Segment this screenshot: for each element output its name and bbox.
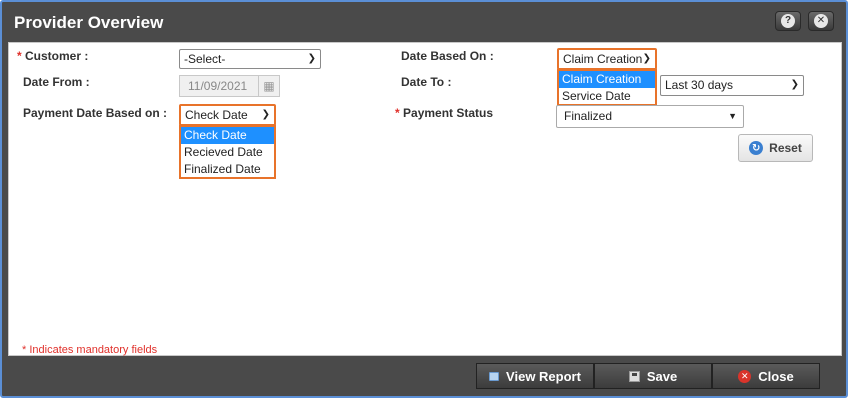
chevron-down-icon: ❯ [790, 79, 799, 90]
payment-status-value: Finalized [564, 109, 613, 123]
close-window-button[interactable]: ✕ [808, 11, 834, 31]
payment-date-based-on-select[interactable]: Check Date ❯ [179, 104, 276, 126]
provider-overview-dialog: Provider Overview ? ✕ * Customer : -Sele… [0, 0, 848, 398]
required-marker: * [17, 49, 22, 63]
payment-date-option[interactable]: Finalized Date [181, 161, 274, 178]
help-icon: ? [781, 14, 795, 28]
date-from-input[interactable]: 11/09/2021 [179, 75, 259, 97]
date-to-value: Last 30 days [665, 78, 734, 92]
chevron-down-icon: ❯ [261, 109, 270, 120]
form-panel: * Customer : -Select- ❯ Date Based On : … [8, 42, 842, 356]
refresh-icon: ↻ [749, 141, 764, 155]
calendar-icon[interactable]: ▦ [258, 75, 280, 97]
payment-date-option[interactable]: Recieved Date [181, 144, 274, 161]
floppy-disk-icon [628, 370, 640, 382]
required-marker: * [395, 106, 400, 120]
report-icon [489, 371, 500, 381]
save-label: Save [646, 368, 678, 384]
payment-status-select[interactable]: Finalized ▼ [556, 105, 744, 128]
mandatory-fields-note: * Indicates mandatory fields [22, 344, 158, 356]
date-based-on-option[interactable]: Claim Creation [559, 71, 655, 88]
date-based-on-select[interactable]: Claim Creation ❯ [557, 48, 657, 70]
view-report-label: View Report [506, 368, 581, 384]
date-from-label: Date From : [23, 75, 90, 89]
customer-select-value: -Select- [184, 52, 226, 66]
customer-label-text: Customer : [25, 49, 89, 63]
save-button[interactable]: Save [594, 363, 712, 389]
date-based-on-label: Date Based On : [401, 49, 494, 63]
title-bar: Provider Overview ? ✕ [2, 2, 846, 42]
chevron-down-icon: ❯ [642, 53, 651, 64]
date-based-on-option[interactable]: Service Date [559, 88, 655, 105]
payment-date-based-on-dropdown: Check Date Recieved Date Finalized Date [179, 125, 276, 179]
payment-status-label-text: Payment Status [403, 106, 494, 120]
date-to-label: Date To : [401, 75, 452, 89]
close-circle-icon: ✕ [738, 369, 752, 383]
payment-date-based-on-label: Payment Date Based on : [23, 106, 168, 120]
caret-down-icon: ▼ [728, 111, 737, 121]
close-button[interactable]: ✕ Close [712, 363, 820, 389]
help-button[interactable]: ? [775, 11, 801, 31]
customer-select[interactable]: -Select- ❯ [179, 49, 321, 69]
close-label: Close [758, 368, 794, 384]
view-report-button[interactable]: View Report [476, 363, 594, 389]
payment-date-based-on-value: Check Date [185, 108, 248, 122]
date-based-on-value: Claim Creation [563, 52, 643, 66]
date-to-select[interactable]: Last 30 days ❯ [660, 75, 804, 96]
date-based-on-dropdown: Claim Creation Service Date [557, 69, 657, 106]
customer-label: * Customer : [17, 49, 88, 63]
reset-button-label: Reset [769, 141, 802, 155]
close-icon: ✕ [814, 14, 828, 28]
dialog-title: Provider Overview [14, 13, 164, 32]
payment-status-label: * Payment Status [395, 106, 493, 120]
chevron-down-icon: ❯ [307, 53, 316, 64]
reset-button[interactable]: ↻ Reset [738, 134, 813, 162]
payment-date-option[interactable]: Check Date [181, 127, 274, 144]
